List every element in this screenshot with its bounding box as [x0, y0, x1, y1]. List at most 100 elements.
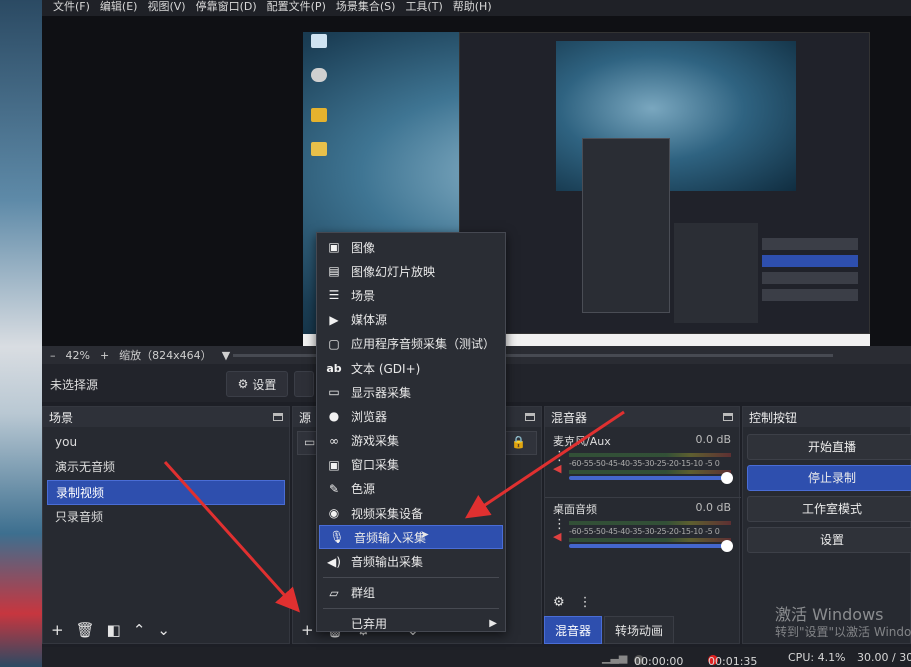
nested-mixer — [674, 223, 758, 323]
folder-icon — [311, 142, 327, 156]
menu-item-deprecated[interactable]: 已弃用 ▶ — [317, 612, 505, 636]
menu-item-text[interactable]: ab 文本 (GDI+) — [317, 356, 505, 380]
filter-icon[interactable]: ◧ — [107, 621, 121, 639]
volume-slider-knob[interactable] — [721, 472, 733, 484]
menu-item-color-source[interactable]: ✎ 色源 — [317, 477, 505, 501]
filters-button[interactable] — [294, 371, 314, 397]
mixer-channel-mic: 麦克风/Aux 0.0 dB ⋮ ◀ -60-55-50-45-40-35-30… — [553, 433, 733, 484]
audio-mixer-dock: 混音器 麦克风/Aux 0.0 dB ⋮ ◀ -60-55-50-45-40-3… — [544, 406, 741, 644]
level-meter — [569, 470, 731, 474]
add-source-icon[interactable]: + — [301, 621, 314, 639]
undock-icon[interactable] — [273, 413, 283, 421]
globe-icon: ● — [328, 409, 340, 424]
menu-item-label: 文本 (GDI+) — [351, 361, 421, 376]
menu-item-browser[interactable]: ● 浏览器 — [317, 404, 505, 428]
zoom-value: 42% — [65, 348, 90, 362]
scene-item[interactable]: 演示无音频 — [47, 455, 285, 480]
level-meter — [569, 538, 731, 542]
menu-item-label: 媒体源 — [351, 313, 388, 328]
trash-icon[interactable]: 🗑 — [76, 621, 95, 639]
menu-item-label: 应用程序音频采集（测试） — [351, 337, 496, 352]
meter-ticks: -60-55-50-45-40-35-30-25-20-15-10 -5 0 — [569, 459, 720, 468]
mixer-title: 混音器 — [551, 410, 588, 425]
scene-item[interactable]: 只录音频 — [47, 505, 285, 530]
menu-file[interactable]: 文件(F) — [48, 0, 95, 16]
zoom-in-button[interactable]: + — [100, 349, 109, 362]
menu-item-game-capture[interactable]: ∞ 游戏采集 — [317, 429, 505, 453]
menu-tools[interactable]: 工具(T) — [400, 0, 447, 16]
menu-item-image[interactable]: ▣ 图像 — [317, 235, 505, 259]
menu-item-group[interactable]: ▱ 群组 — [317, 581, 505, 605]
menu-item-scene[interactable]: ☰ 场景 — [317, 283, 505, 307]
folder-icon — [311, 108, 327, 122]
menu-docks[interactable]: 停靠窗口(D) — [191, 0, 262, 16]
mixer-toolbar: ⚙ ⋮ — [553, 595, 592, 610]
menu-scene-collection[interactable]: 场景集合(S) — [331, 0, 401, 16]
undock-icon[interactable] — [723, 413, 733, 421]
speaker-muted-icon[interactable]: ◀ — [553, 463, 565, 475]
undock-icon[interactable] — [525, 413, 535, 421]
menu-item-label: 群组 — [351, 586, 376, 601]
microphone-icon: 🎙 — [329, 530, 345, 545]
menu-item-slideshow[interactable]: ▤ 图像幻灯片放映 — [317, 259, 505, 283]
menu-item-audio-output-capture[interactable]: ◀) 音频输出采集 — [317, 549, 505, 573]
signal-icon: ▁▃▅ — [602, 651, 628, 664]
zoom-out-button[interactable]: – — [50, 349, 56, 362]
mixer-dock-title: 混音器 — [545, 407, 739, 427]
stop-recording-button[interactable]: 停止录制 — [747, 465, 911, 491]
cpu-usage: CPU: 4.1% — [788, 651, 846, 664]
menu-help[interactable]: 帮助(H) — [448, 0, 497, 16]
scenes-toolbar: + 🗑 ◧ ⌃ ⌄ — [43, 617, 289, 643]
channel-name: 麦克风/Aux — [553, 435, 611, 448]
nested-context-menu — [582, 138, 670, 313]
menu-edit[interactable]: 编辑(E) — [95, 0, 143, 16]
scene-item[interactable]: you — [47, 430, 285, 455]
zoom-dropdown-icon[interactable]: ▼ — [222, 349, 230, 362]
volume-slider[interactable] — [569, 472, 733, 484]
gear-icon[interactable]: ⚙ — [553, 595, 565, 610]
menu-separator — [323, 607, 499, 609]
settings-button[interactable]: 设置 — [747, 527, 911, 553]
menu-item-display-capture[interactable]: ▭ 显示器采集 — [317, 380, 505, 404]
mixer-channel-desktop: 桌面音频 0.0 dB ⋮ ◀ -60-55-50-45-40-35-30-25… — [553, 501, 733, 552]
speaker-muted-icon[interactable]: ◀ — [553, 531, 565, 543]
text-icon: ab — [326, 361, 342, 375]
menu-item-app-audio[interactable]: ▢ 应用程序音频采集（测试） — [317, 332, 505, 356]
menu-item-label: 图像幻灯片放映 — [351, 264, 436, 279]
chevron-up-icon[interactable]: ⌃ — [133, 621, 146, 639]
volume-slider-knob[interactable] — [721, 540, 733, 552]
scenes-dock-title: 场景 — [43, 407, 289, 427]
chevron-down-icon[interactable]: ⌄ — [157, 621, 170, 639]
source-settings-button[interactable]: ⚙ 设置 — [226, 371, 288, 397]
scene-item-active[interactable]: 录制视频 — [47, 480, 285, 505]
add-source-context-menu: ▣ 图像 ▤ 图像幻灯片放映 ☰ 场景 ▶ 媒体源 ▢ 应用程序音频采集（测试） ab 文本… — [316, 232, 506, 632]
channel-name: 桌面音频 — [553, 503, 597, 516]
menu-view[interactable]: 视图(V) — [142, 0, 190, 16]
menu-item-audio-input-capture[interactable]: 🎙 音频输入采集 ➤ — [319, 525, 503, 550]
status-bar: ▁▃▅ 00:00:00 00:01:35 CPU: 4.1% 30.00 / … — [42, 647, 911, 667]
tab-audio-mixer[interactable]: 混音器 — [544, 616, 603, 644]
start-streaming-button[interactable]: 开始直播 — [747, 434, 911, 460]
scene-list: you 演示无音频 录制视频 只录音频 — [43, 427, 289, 530]
menu-bar: 文件(F) 编辑(E) 视图(V) 停靠窗口(D) 配置文件(P) 场景集合(S… — [42, 0, 911, 16]
channel-db: 0.0 dB — [695, 501, 731, 514]
menu-item-media-source[interactable]: ▶ 媒体源 — [317, 308, 505, 332]
add-scene-icon[interactable]: + — [51, 621, 64, 639]
image-icon: ▣ — [328, 240, 340, 255]
menu-item-label: 图像 — [351, 240, 376, 255]
menu-profile[interactable]: 配置文件(P) — [262, 0, 331, 16]
studio-mode-button[interactable]: 工作室模式 — [747, 496, 911, 522]
menu-item-label: 视频采集设备 — [351, 506, 424, 521]
menu-item-video-capture[interactable]: ◉ 视频采集设备 — [317, 501, 505, 525]
nested-control-button — [762, 238, 858, 250]
menu-item-label: 游戏采集 — [351, 434, 400, 449]
kebab-menu-icon[interactable]: ⋮ — [579, 595, 592, 610]
lock-icon[interactable]: 🔒 — [511, 435, 526, 449]
nested-control-button — [762, 289, 858, 301]
desktop-icon — [311, 68, 327, 82]
nested-control-button — [762, 272, 858, 284]
menu-item-window-capture[interactable]: ▣ 窗口采集 — [317, 453, 505, 477]
list-icon: ☰ — [328, 288, 340, 303]
tab-transitions[interactable]: 转场动画 — [604, 616, 675, 644]
volume-slider[interactable] — [569, 540, 733, 552]
